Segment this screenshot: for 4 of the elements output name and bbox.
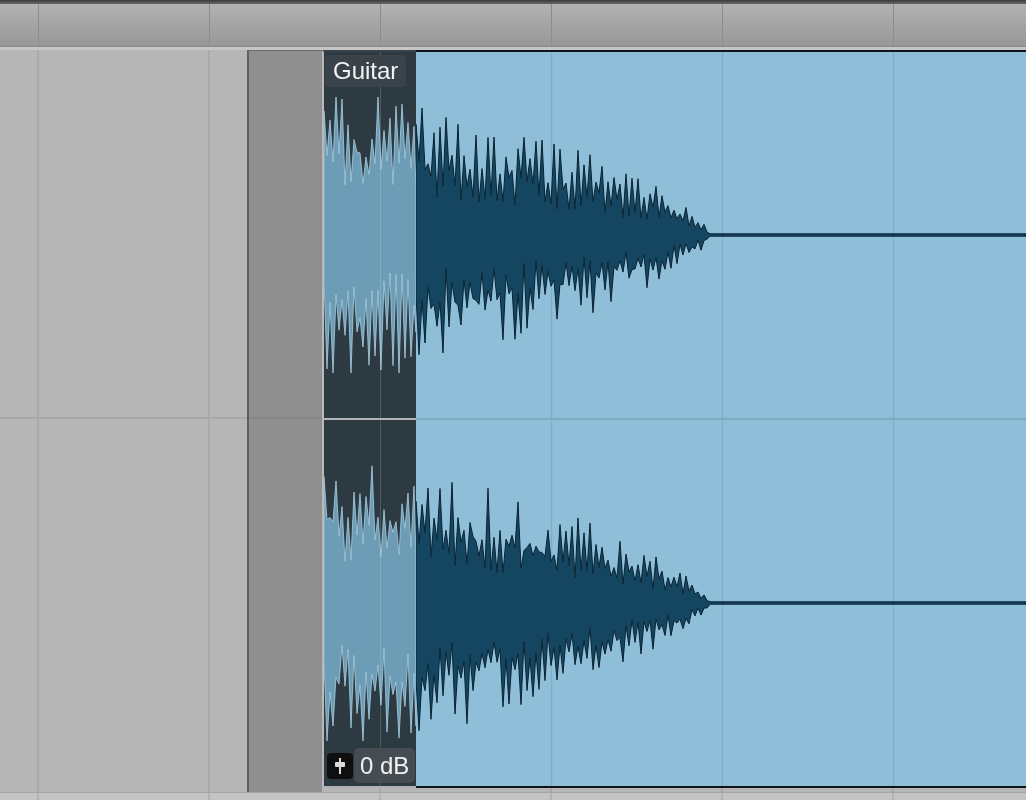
gain-value[interactable]: 0 dB xyxy=(354,748,416,783)
region-name: Guitar xyxy=(325,55,407,87)
audio-region[interactable] xyxy=(416,50,1026,788)
fader-icon xyxy=(327,752,353,779)
